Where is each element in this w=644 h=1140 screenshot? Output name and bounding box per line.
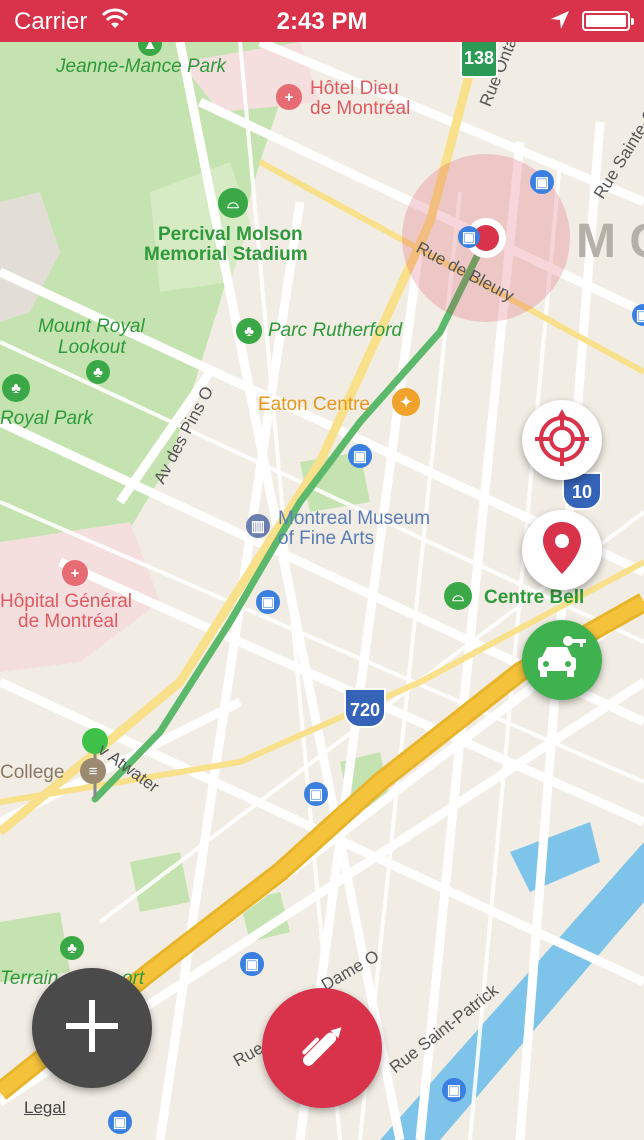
place-jeanne-mance-park[interactable]: Jeanne-Mance Park [56,56,226,78]
metro-icon[interactable]: ▣ [240,952,264,976]
tree-icon[interactable]: ♣ [86,360,110,384]
place-museum-fine-arts[interactable]: Montreal Museum [278,508,430,530]
hospital-icon[interactable]: + [62,560,88,586]
legal-link[interactable]: Legal [24,1098,66,1118]
museum-icon[interactable]: ▥ [246,514,270,538]
car-key-icon [536,635,588,686]
metro-icon[interactable]: ▣ [108,1110,132,1134]
park-icon[interactable]: ♣ [2,374,30,402]
place-centre-bell[interactable]: Centre Bell [484,587,584,609]
place-mount-royal-lookout[interactable]: Mount Royal [38,316,145,338]
shopping-bag-icon[interactable]: ✦ [392,388,420,416]
stadium-icon[interactable]: ⌓ [444,582,472,610]
place-college[interactable]: College [0,762,64,784]
metro-icon[interactable]: ▣ [348,444,372,468]
edit-button[interactable] [262,988,382,1108]
pen-icon [291,1015,353,1082]
place-hopital-general[interactable]: Hôpital Général [0,591,132,613]
place-percival-molson[interactable]: Percival Molson [158,224,303,246]
map-pin-icon [542,521,582,579]
place-royal-park[interactable]: Royal Park [0,408,93,430]
metro-icon[interactable]: ▣ [458,226,480,248]
park-icon[interactable]: ♣ [60,936,84,960]
metro-icon[interactable]: ▣ [442,1078,466,1102]
status-time: 2:43 PM [276,8,368,35]
status-bar: Carrier 2:43 PM [0,0,644,42]
place-hotel-dieu-line2: de Montréal [310,98,411,119]
place-mount-royal-lookout-line2: Lookout [58,337,126,358]
plus-icon [64,998,120,1059]
park-icon[interactable]: ♣ [236,318,262,344]
place-hotel-dieu[interactable]: Hôtel Dieu [310,78,399,100]
add-button[interactable] [32,968,152,1088]
place-hopital-general-line2: de Montréal [18,611,119,632]
route-shield-138: 138 [460,38,498,78]
crosshair-compass-icon [532,408,592,473]
metro-icon[interactable]: ▣ [304,782,328,806]
city-name-label: M C [576,215,644,268]
stadium-icon[interactable]: ⌓ [218,188,248,218]
route-shield-720: 720 [344,688,386,728]
recenter-button[interactable] [522,400,602,480]
battery-full-icon [582,11,634,31]
hospital-icon[interactable]: + [276,84,302,110]
metro-icon[interactable]: ▣ [256,590,280,614]
car-service-button[interactable] [522,620,602,700]
place-percival-molson-line2: Memorial Stadium [144,244,308,265]
place-parc-rutherford[interactable]: Parc Rutherford [268,320,402,342]
place-eaton-centre[interactable]: Eaton Centre [258,394,370,416]
drop-pin-button[interactable] [522,510,602,590]
metro-icon[interactable]: ▣ [530,170,554,194]
location-arrow-icon [550,10,570,35]
place-museum-fine-arts-line2: of Fine Arts [278,528,375,549]
